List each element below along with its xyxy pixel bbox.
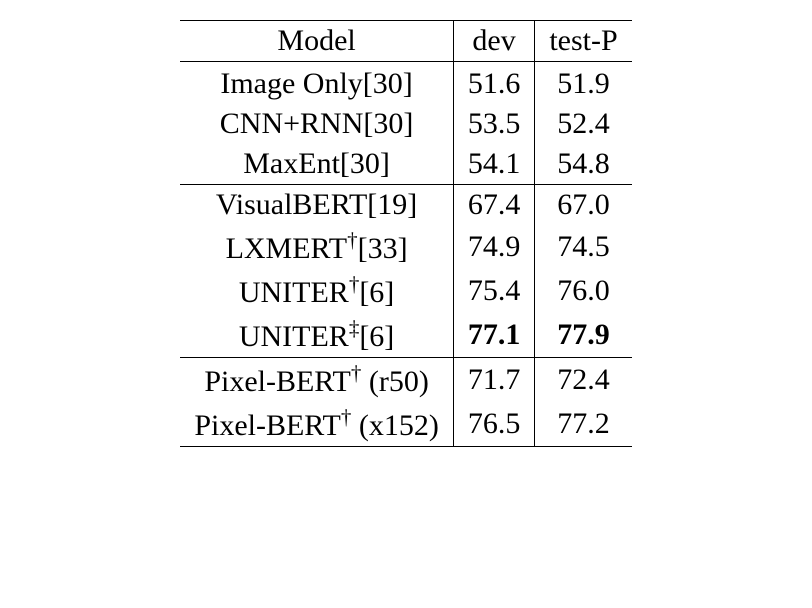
dev-cell: 76.5 — [453, 402, 535, 447]
test-cell: 67.0 — [535, 185, 632, 226]
table-row: Pixel-BERT† (x152)76.577.2 — [180, 402, 631, 447]
test-cell: 74.5 — [535, 225, 632, 269]
model-cell: Image Only[30] — [180, 64, 453, 104]
test-cell: 51.9 — [535, 64, 632, 104]
dev-cell: 71.7 — [453, 358, 535, 403]
dev-cell: 53.5 — [453, 104, 535, 144]
model-cell: MaxEnt[30] — [180, 144, 453, 185]
table-row: LXMERT†[33]74.974.5 — [180, 225, 631, 269]
test-cell: 77.9 — [535, 313, 632, 358]
model-cell: VisualBERT[19] — [180, 185, 453, 226]
test-cell: 52.4 — [535, 104, 632, 144]
table-row: VisualBERT[19]67.467.0 — [180, 185, 631, 226]
test-cell: 77.2 — [535, 402, 632, 447]
col-header-dev: dev — [453, 21, 535, 62]
model-cell: Pixel-BERT† (x152) — [180, 402, 453, 447]
test-cell: 76.0 — [535, 269, 632, 313]
dev-cell: 74.9 — [453, 225, 535, 269]
dev-cell: 77.1 — [453, 313, 535, 358]
model-cell: CNN+RNN[30] — [180, 104, 453, 144]
col-header-model: Model — [180, 21, 453, 62]
model-cell: LXMERT†[33] — [180, 225, 453, 269]
results-table: Model dev test-P Image Only[30]51.651.9C… — [180, 20, 631, 447]
dev-cell: 75.4 — [453, 269, 535, 313]
table-row: CNN+RNN[30]53.552.4 — [180, 104, 631, 144]
table-row: Pixel-BERT† (r50)71.772.4 — [180, 358, 631, 403]
table-row: Image Only[30]51.651.9 — [180, 64, 631, 104]
model-cell: Pixel-BERT† (r50) — [180, 358, 453, 403]
col-header-test: test-P — [535, 21, 632, 62]
table-row: UNITER†[6]75.476.0 — [180, 269, 631, 313]
test-cell: 54.8 — [535, 144, 632, 185]
table-row: UNITER‡[6]77.177.9 — [180, 313, 631, 358]
table-body: Image Only[30]51.651.9CNN+RNN[30]53.552.… — [180, 64, 631, 447]
model-cell: UNITER‡[6] — [180, 313, 453, 358]
header-row: Model dev test-P — [180, 21, 631, 62]
dev-cell: 54.1 — [453, 144, 535, 185]
model-cell: UNITER†[6] — [180, 269, 453, 313]
dev-cell: 51.6 — [453, 64, 535, 104]
test-cell: 72.4 — [535, 358, 632, 403]
table-row: MaxEnt[30]54.154.8 — [180, 144, 631, 185]
dev-cell: 67.4 — [453, 185, 535, 226]
